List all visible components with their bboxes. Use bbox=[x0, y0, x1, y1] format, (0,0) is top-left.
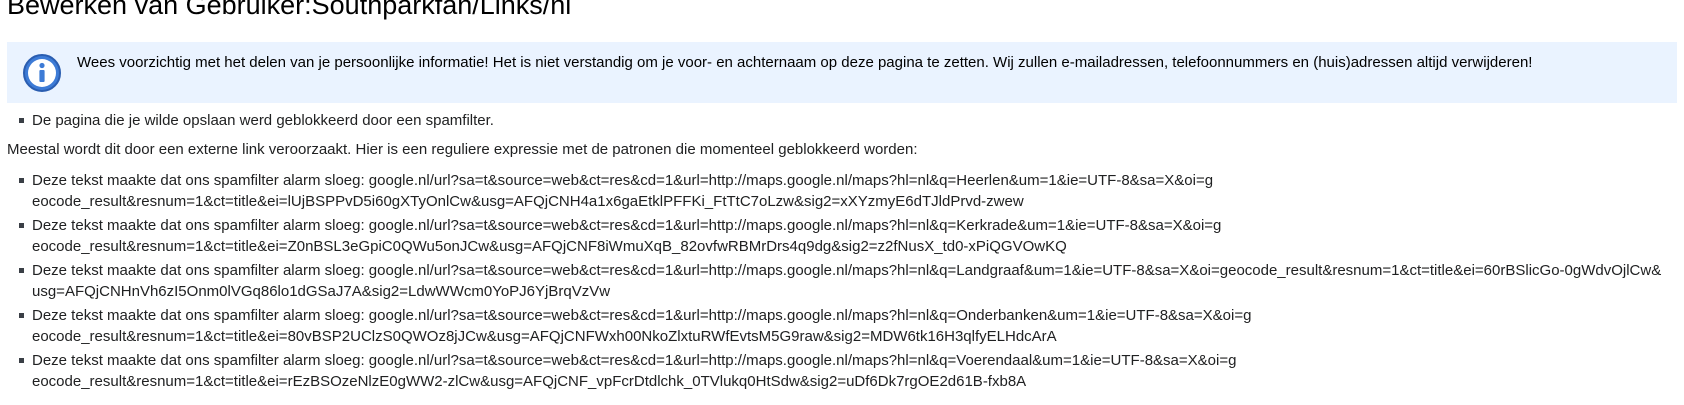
blocked-message: De pagina die je wilde opslaan werd gebl… bbox=[7, 110, 494, 131]
list-item: Deze tekst maakte dat ons spamfilter ala… bbox=[7, 350, 1239, 392]
list-item: Deze tekst maakte dat ons spamfilter ala… bbox=[7, 215, 1225, 257]
list-item: Deze tekst maakte dat ons spamfilter ala… bbox=[7, 170, 1215, 212]
list-item: Deze tekst maakte dat ons spamfilter ala… bbox=[7, 260, 1667, 302]
privacy-notice-text: Wees voorzichtig met het delen van je pe… bbox=[77, 54, 1533, 71]
explanation-text: Meestal wordt dit door een externe link … bbox=[7, 141, 918, 158]
privacy-notice-box: Wees voorzichtig met het delen van je pe… bbox=[7, 42, 1677, 103]
spam-matches-list: Deze tekst maakte dat ons spamfilter ala… bbox=[7, 170, 1667, 395]
page-title: Bewerken van Gebruiker:Southparkfan/Link… bbox=[7, 0, 572, 20]
blocked-message-list: De pagina die je wilde opslaan werd gebl… bbox=[7, 110, 494, 134]
edit-page: Bewerken van Gebruiker:Southparkfan/Link… bbox=[0, 0, 1684, 405]
list-item: Deze tekst maakte dat ons spamfilter ala… bbox=[7, 305, 1257, 347]
info-icon bbox=[23, 54, 61, 92]
